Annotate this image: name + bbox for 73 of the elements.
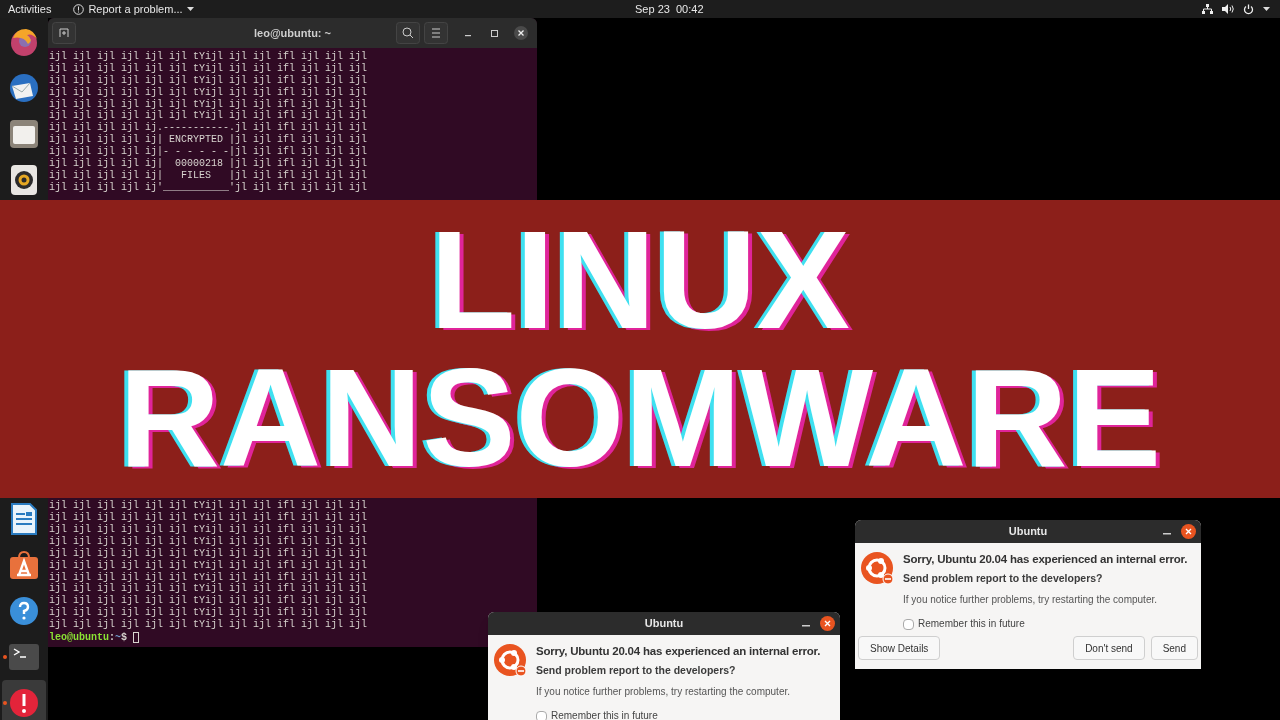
- dialog-button[interactable]: Don't send: [1073, 636, 1145, 660]
- close-icon[interactable]: [820, 616, 835, 631]
- volume-icon: [1222, 4, 1234, 14]
- caret-icon: [1263, 7, 1270, 11]
- maximize-icon[interactable]: [491, 30, 498, 37]
- banner-heading: RANSOMWARE: [118, 349, 1162, 487]
- terminal-line: ijl ijl ijl ijl ij'___________'jl ijl ifl ijl ijl ijl: [49, 181, 369, 194]
- dock-item[interactable]: [2, 680, 46, 720]
- terminal-line: ijl ijl ijl ijl ijl ijl tYijl ijl ijl ifl ijl ijl ijl: [49, 62, 369, 75]
- terminal-line: ijl ijl ijl ijl ijl ijl tYijl ijl ijl ifl ijl ijl ijl: [49, 547, 369, 560]
- terminal-icon: [9, 644, 39, 670]
- terminal-line: ijl ijl ijl ijl ijl ijl tYijl ijl ijl ifl ijl ijl ijl: [49, 535, 369, 548]
- text-cursor: [133, 632, 140, 643]
- folder-icon: [9, 119, 39, 149]
- terminal-line: ijl ijl ijl ijl ijl ijl tYijl ijl ijl ifl ijl ijl ijl: [49, 500, 369, 512]
- terminal-line: ijl ijl ijl ijl ijl ijl tYijl ijl ijl ifl ijl ijl ijl: [49, 86, 369, 99]
- ubuntu-error-icon: [860, 551, 896, 587]
- activities-button[interactable]: Activities: [8, 0, 52, 18]
- terminal-line: ijl ijl ijl ijl ij|- - - - - -|jl ijl ifl ijl ijl ijl: [49, 146, 369, 158]
- banner-heading: LINUX: [430, 211, 850, 349]
- terminal-line: ijl ijl ijl ijl ijl ijl tYijl ijl ijl ifl ijl ijl ijl: [49, 619, 369, 631]
- clock[interactable]: Sep 23 00:42: [635, 0, 704, 18]
- terminal-line: ijl ijl ijl ijl ijl ijl tYijl ijl ijl ifl ijl ijl ijl: [49, 524, 369, 536]
- ubuntu-error-icon: [493, 643, 529, 679]
- menu-icon[interactable]: [424, 22, 448, 44]
- remember-checkbox[interactable]: Remember this in future: [536, 710, 821, 720]
- power-icon: [1243, 3, 1254, 15]
- terminal-line: ijl ijl ijl ijl ij| FILES |jl ijl ifl ijl ijl ijl: [49, 169, 369, 182]
- terminal-line: ijl ijl ijl ijl ijl ijl tYijl ijl ijl ifl ijl ijl ijl: [49, 559, 369, 572]
- document-icon: [11, 503, 37, 535]
- dialog-hint: If you notice further problems, try restarting the computer.: [903, 593, 1158, 607]
- app-menu[interactable]: Report a problem...: [73, 0, 194, 18]
- dialog-hint: If you notice further problems, try restarting the computer.: [536, 685, 791, 699]
- error-heading: Sorry, Ubuntu 20.04 has experienced an internal error.: [903, 552, 1188, 567]
- terminal-line: ijl ijl ijl ijl ijl ijl tYijl ijl ijl ifl ijl ijl ijl: [49, 571, 369, 583]
- terminal-line: ijl ijl ijl ijl ij| 00000218 |jl ijl ifl ijl ijl ijl: [49, 158, 369, 170]
- dialog-title: Ubuntu: [1008, 524, 1048, 540]
- mail-icon: [8, 72, 40, 104]
- alert-icon: [73, 3, 85, 15]
- terminal-line: ijl ijl ijl ijl ijl ijl tYijl ijl ijl ifl ijl ijl ijl: [49, 98, 369, 110]
- alert-icon: [9, 688, 39, 718]
- globe-fox-icon: [8, 26, 40, 58]
- search-icon[interactable]: [396, 22, 420, 44]
- dialog-question: Send problem report to the developers?: [536, 663, 737, 679]
- network-icon: [1202, 4, 1213, 14]
- checkbox-label: Remember this in future: [551, 710, 658, 720]
- dialog-button[interactable]: Show Details: [858, 636, 941, 660]
- speaker-icon: [11, 165, 37, 195]
- terminal-line: ijl ijl ijl ijl ijl ijl tYijl ijl ijl ifl ijl ijl ijl: [49, 110, 369, 122]
- terminal-line: ijl ijl ijl ijl ijl ijl tYijl ijl ijl ifl ijl ijl ijl: [49, 607, 369, 619]
- terminal-line: ijl ijl ijl ijl ijl ijl tYijl ijl ijl ifl ijl ijl ijl: [49, 583, 369, 595]
- terminal-line: ijl ijl ijl ijl ijl ijl tYijl ijl ijl ifl ijl ijl ijl: [49, 51, 369, 63]
- close-icon[interactable]: [1181, 524, 1196, 539]
- terminal-line: ijl ijl ijl ijl ijl ijl tYijl ijl ijl ifl ijl ijl ijl: [49, 512, 369, 524]
- minimize-icon[interactable]: [802, 625, 810, 627]
- checkbox-label: Remember this in future: [918, 618, 1025, 630]
- dialog-button[interactable]: Send: [1150, 636, 1198, 660]
- dialog-question: Send problem report to the developers?: [903, 571, 1104, 587]
- error-heading: Sorry, Ubuntu 20.04 has experienced an internal error.: [536, 644, 821, 659]
- shopping-bag-icon: [9, 550, 39, 580]
- close-icon[interactable]: [514, 26, 528, 40]
- dialog-title: Ubuntu: [644, 616, 684, 632]
- window-title: leo@ubuntu: ~: [254, 25, 331, 41]
- terminal-line: ijl ijl ijl ijl ijl ijl tYijl ijl ijl ifl ijl ijl ijl: [49, 74, 369, 87]
- terminal-line: ijl ijl ijl ijl ij| ENCRYPTED |jl ijl ifl ijl ijl ijl: [49, 134, 369, 146]
- remember-checkbox[interactable]: Remember this in future: [903, 618, 1188, 630]
- caret-icon: [186, 7, 194, 11]
- terminal-line: ijl ijl ijl ijl ij.-----------.jl ijl ifl ijl ijl ijl: [49, 122, 369, 134]
- terminal-line: ijl ijl ijl ijl ijl ijl tYijl ijl ijl ifl ijl ijl ijl: [49, 595, 369, 607]
- help-icon: [9, 596, 39, 626]
- new-tab-icon[interactable]: [52, 22, 76, 44]
- minimize-icon[interactable]: [1163, 533, 1171, 535]
- minimize-icon[interactable]: [465, 35, 471, 37]
